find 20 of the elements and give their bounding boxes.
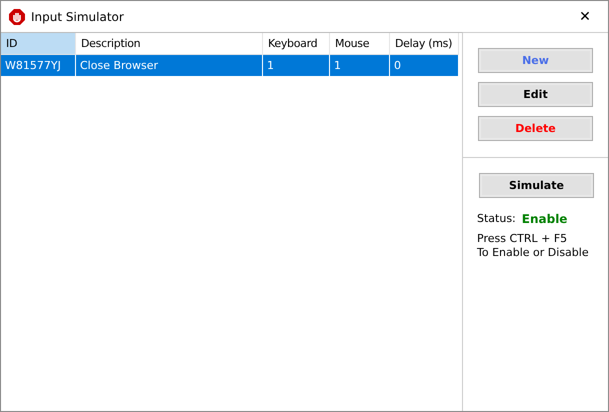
table-cell: Close Browser (76, 55, 263, 76)
simulate-button[interactable]: Simulate (479, 173, 594, 198)
table-cell: W81577YJ (1, 55, 76, 76)
column-header[interactable]: Keyboard (263, 33, 330, 55)
status-value: Enable (522, 212, 568, 226)
table-cell: 1 (263, 55, 330, 76)
close-button[interactable]: ✕ (562, 1, 608, 32)
help-text: To Enable or Disable (477, 246, 590, 260)
window-title: Input Simulator (31, 10, 124, 24)
column-header[interactable]: Delay (ms) (390, 33, 459, 55)
column-header[interactable]: Description (76, 33, 263, 55)
help-text: Press CTRL + F5 (477, 232, 568, 246)
table-cell: 1 (330, 55, 390, 76)
table-cell: 0 (390, 55, 459, 76)
action-button[interactable]: Edit (478, 82, 593, 107)
status-label: Status: (477, 212, 516, 226)
column-header[interactable]: Mouse (330, 33, 390, 55)
column-header[interactable]: ID (1, 33, 76, 55)
app-icon (9, 8, 25, 24)
table-row[interactable]: W81577YJ Close Browser 1 1 0 (1, 55, 459, 76)
